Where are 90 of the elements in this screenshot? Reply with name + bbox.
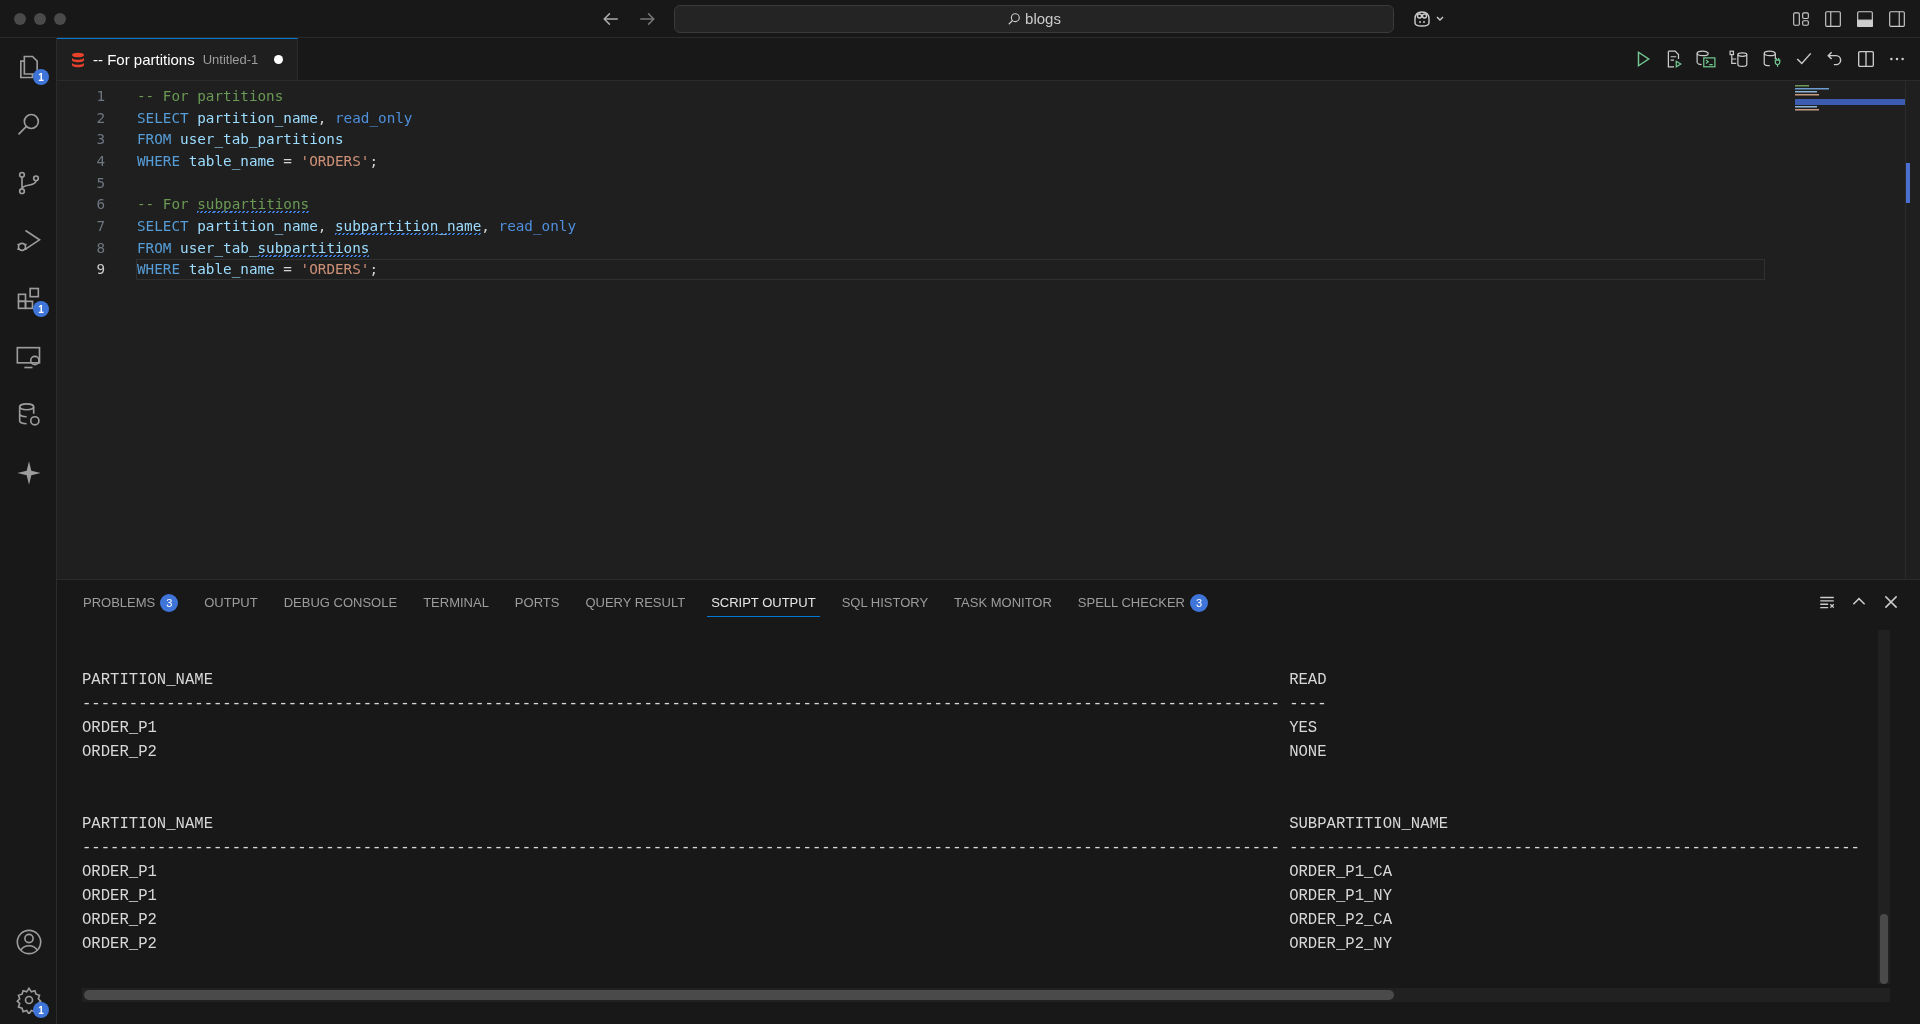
code-token: user_tab_partitions — [179, 130, 344, 149]
code-token: subpartitions — [197, 195, 310, 214]
layout-icon[interactable] — [1792, 9, 1810, 28]
code-token: -- For — [137, 195, 190, 214]
database-icon — [71, 51, 85, 68]
code-token: read_only — [498, 216, 576, 235]
settings-icon[interactable] — [15, 986, 43, 1014]
count-badge: 3 — [160, 593, 179, 612]
code-token: partition_name — [196, 108, 318, 127]
secondary-sidebar-icon[interactable] — [1888, 9, 1906, 28]
output-cell-text: ORDER_P2 — [82, 935, 158, 953]
output-cell-text: YES — [1289, 719, 1319, 737]
column-underline: -------------------------------------------------------------------------------------------------------------------------------- — [82, 695, 1281, 713]
code-token: = — [282, 260, 293, 279]
panel-tab[interactable]: QUERY RESULT — [581, 587, 690, 617]
split-editor-icon[interactable] — [1857, 50, 1875, 68]
notification-badge: 1 — [33, 1002, 49, 1018]
code-token: , — [481, 216, 491, 235]
code-token: SELECT — [137, 108, 189, 127]
panel-toggle-icon[interactable] — [1856, 9, 1874, 28]
line-number: 8 — [95, 239, 105, 256]
panel-tab[interactable]: OUTPUT — [200, 587, 262, 617]
code-token: user_tab_ — [179, 238, 258, 257]
code-token: = — [282, 151, 293, 170]
code-token: partition_name — [196, 216, 318, 235]
output-cell-text: ORDER_P1_NY — [1289, 887, 1394, 905]
output-cell-text: ORDER_P2 — [82, 743, 158, 761]
notification-badge: 1 — [33, 301, 49, 317]
column-heading: READ — [1289, 671, 1328, 689]
database-tree-icon[interactable] — [1729, 50, 1749, 68]
panel-tab[interactable]: PORTS — [510, 587, 564, 617]
database-plug-icon[interactable] — [1762, 50, 1782, 68]
panel-tab[interactable]: PROBLEMS 3 — [79, 585, 183, 619]
run-script-icon[interactable] — [1665, 50, 1683, 68]
sidebar-toggle-icon[interactable] — [1824, 9, 1842, 28]
code-token: table_name — [187, 151, 275, 170]
column-heading: PARTITION_NAME — [82, 815, 214, 833]
panel-tab[interactable]: TASK MONITOR — [950, 587, 1056, 617]
scrollbar[interactable] — [82, 988, 1890, 1002]
output-cell-text: ORDER_P1 — [82, 719, 158, 737]
search-icon — [1007, 11, 1022, 26]
code-token: FROM — [137, 130, 172, 149]
count-badge: 3 — [1190, 593, 1208, 612]
editor-tab[interactable]: -- For partitions Untitled-1 — [57, 38, 299, 80]
column-heading: SUBPARTITION_NAME — [1289, 815, 1450, 833]
code-token: FROM — [137, 238, 172, 257]
line-number: 6 — [95, 196, 105, 213]
code-token: -- For partitions — [137, 86, 284, 105]
line-number: 7 — [95, 217, 105, 234]
output-cell-text: ORDER_P1_CA — [1289, 863, 1394, 881]
code-token: table_name — [187, 260, 275, 279]
panel-tab[interactable]: TERMINAL — [419, 587, 493, 617]
code-token: 'ORDERS' — [300, 151, 370, 170]
scrollbar[interactable] — [1878, 630, 1890, 984]
code-token: , — [317, 108, 328, 127]
line-number: 5 — [95, 174, 105, 191]
line-number: 2 — [95, 109, 105, 126]
close-icon[interactable] — [1882, 593, 1900, 611]
code-token: ; — [369, 151, 379, 170]
line-number: 1 — [95, 87, 105, 104]
column-underline: ------------------------------------------------------------- — [1289, 839, 1861, 857]
column-heading: PARTITION_NAME — [82, 671, 214, 689]
line-number: 4 — [95, 152, 105, 169]
output-cell-text: NONE — [1289, 743, 1328, 761]
column-underline: ---- — [1289, 695, 1328, 713]
output-cell-text: ORDER_P2_CA — [1289, 911, 1394, 929]
undo-icon[interactable] — [1826, 50, 1844, 68]
code-token: read_only — [335, 108, 413, 127]
code-token: , — [317, 216, 328, 235]
code-token: WHERE — [137, 151, 181, 170]
column-underline: -------------------------------------------------------------------------------------------------------------------------------- — [82, 839, 1281, 857]
panel-tab[interactable]: DEBUG CONSOLE — [279, 587, 402, 617]
panel-tab[interactable]: SPELL CHECKER 3 — [1073, 585, 1212, 619]
code-token: SELECT — [137, 216, 189, 235]
database-terminal-icon[interactable] — [1696, 50, 1716, 68]
panel-tab[interactable]: SCRIPT OUTPUT — [707, 587, 820, 617]
output-cell-text: ORDER_P1 — [82, 863, 158, 881]
line-number: 3 — [95, 131, 105, 148]
code-token: 'ORDERS' — [300, 260, 370, 279]
account-icon[interactable] — [15, 928, 43, 956]
code-token: WHERE — [137, 260, 181, 279]
output-cell-text: ORDER_P1 — [82, 887, 158, 905]
panel-tab[interactable]: SQL HISTORY — [837, 587, 933, 617]
command-center-search[interactable]: blogs — [674, 4, 1394, 33]
output-cell-text: ORDER_P2 — [82, 911, 158, 929]
line-number: 9 — [95, 261, 105, 278]
output-cell-text: ORDER_P2_NY — [1289, 935, 1394, 953]
code-token: ; — [369, 260, 379, 279]
notification-badge: 1 — [33, 69, 49, 85]
unsaved-dot[interactable] — [274, 55, 284, 64]
